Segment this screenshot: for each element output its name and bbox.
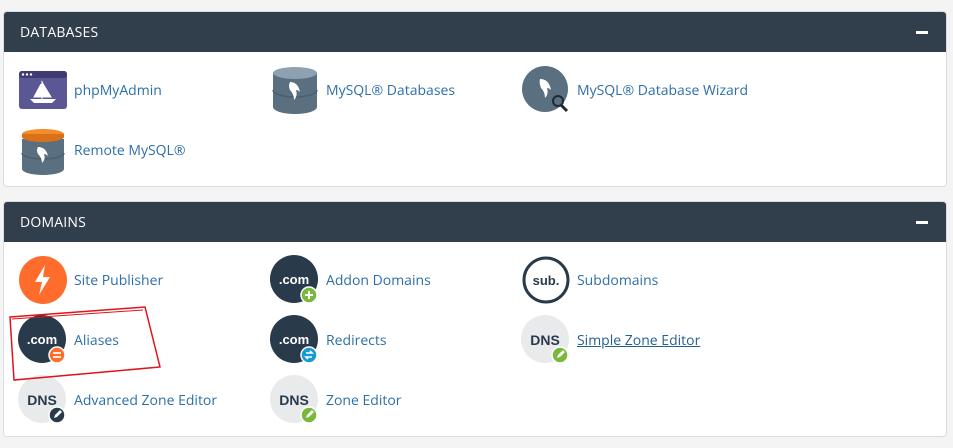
- redirects-icon: .com: [270, 315, 320, 365]
- aliases-label: Aliases: [74, 330, 119, 350]
- collapse-icon[interactable]: [916, 30, 928, 34]
- domains-header[interactable]: DOMAINS: [4, 202, 946, 242]
- mysql-database-wizard-icon: [521, 65, 571, 115]
- phpmyadmin-link[interactable]: phpMyAdmin: [18, 65, 162, 115]
- subdomains-icon-text: sub.: [533, 273, 560, 288]
- databases-title: DATABASES: [20, 22, 99, 42]
- zone-editor-icon: DNS: [270, 375, 320, 425]
- databases-panel: DATABASES phpMyAdmin MySQL® Databases My…: [3, 11, 947, 187]
- phpmyadmin-label: phpMyAdmin: [74, 80, 162, 100]
- aliases-icon: .com: [18, 315, 68, 365]
- redirects-icon-text: .com: [279, 332, 309, 347]
- redirects-label: Redirects: [326, 330, 387, 350]
- addon-domains-link[interactable]: .com Addon Domains: [270, 255, 431, 305]
- zone-editor-label: Zone Editor: [326, 390, 402, 410]
- advanced-zone-editor-label: Advanced Zone Editor: [74, 390, 218, 410]
- subdomains-link[interactable]: sub. Subdomains: [521, 255, 658, 305]
- site-publisher-label: Site Publisher: [74, 270, 164, 290]
- advanced-zone-editor-icon: DNS: [18, 375, 68, 425]
- simple-zone-editor-label: Simple Zone Editor: [577, 330, 701, 350]
- remote-mysql-link[interactable]: Remote MySQL®: [18, 125, 186, 175]
- site-publisher-icon: [18, 255, 68, 305]
- simple-zone-editor-icon-text: DNS: [530, 332, 560, 348]
- databases-header[interactable]: DATABASES: [4, 12, 946, 52]
- addon-domains-icon-text: .com: [279, 272, 309, 287]
- addon-domains-icon: .com: [270, 255, 320, 305]
- mysql-database-wizard-link[interactable]: MySQL® Database Wizard: [521, 65, 748, 115]
- phpmyadmin-icon: [18, 65, 68, 115]
- mysql-databases-icon: [270, 65, 320, 115]
- zone-editor-icon-text: DNS: [279, 392, 309, 408]
- advanced-zone-editor-link[interactable]: DNS Advanced Zone Editor: [18, 375, 217, 425]
- mysql-databases-label: MySQL® Databases: [326, 80, 456, 100]
- addon-domains-label: Addon Domains: [326, 270, 431, 290]
- redirects-link[interactable]: .com Redirects: [270, 315, 387, 365]
- remote-mysql-icon: [18, 125, 68, 175]
- advanced-zone-editor-icon-text: DNS: [27, 392, 57, 408]
- aliases-icon-text: .com: [27, 332, 57, 347]
- collapse-icon[interactable]: [916, 220, 928, 224]
- aliases-link[interactable]: .com Aliases: [18, 315, 119, 365]
- domains-panel: DOMAINS Site Publisher .com Addon Domain…: [3, 201, 947, 437]
- site-publisher-link[interactable]: Site Publisher: [18, 255, 163, 305]
- mysql-database-wizard-label: MySQL® Database Wizard: [577, 80, 749, 100]
- mysql-databases-link[interactable]: MySQL® Databases: [270, 65, 455, 115]
- simple-zone-editor-icon: DNS: [521, 315, 571, 365]
- zone-editor-link[interactable]: DNS Zone Editor: [270, 375, 402, 425]
- subdomains-icon: sub.: [521, 255, 571, 305]
- subdomains-label: Subdomains: [577, 270, 659, 290]
- remote-mysql-label: Remote MySQL®: [74, 140, 186, 160]
- simple-zone-editor-link[interactable]: DNS Simple Zone Editor: [521, 315, 700, 365]
- domains-title: DOMAINS: [20, 212, 87, 232]
